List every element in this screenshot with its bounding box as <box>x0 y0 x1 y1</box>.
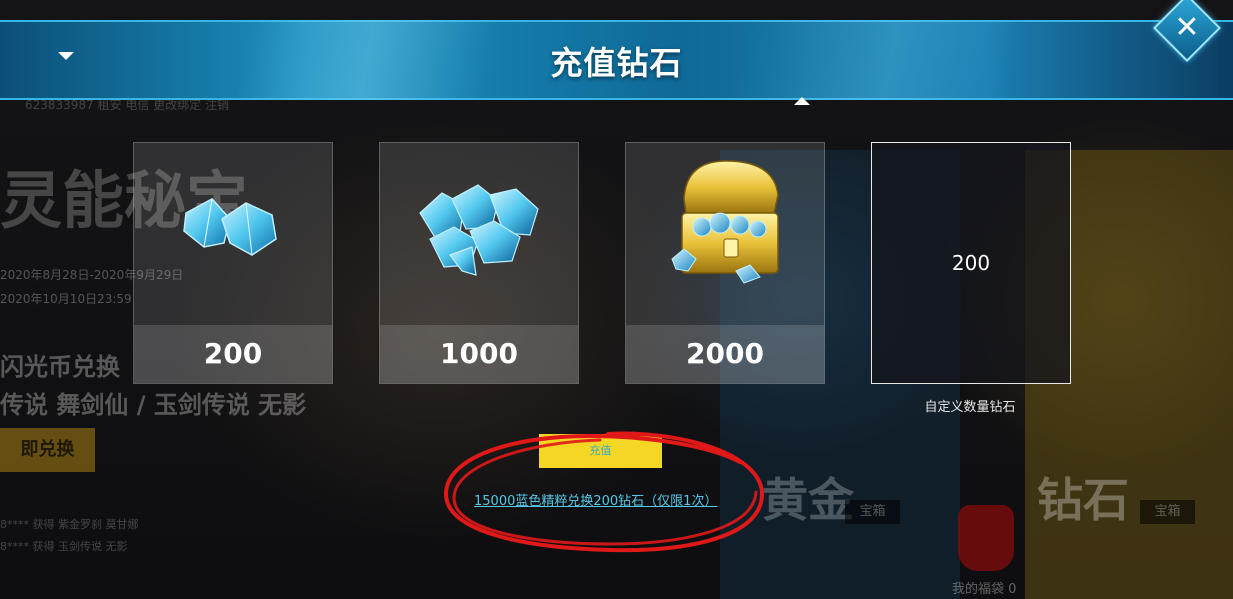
bg-chest-label: 宝箱 <box>845 500 900 524</box>
bg-subtitle: 闪光币兑换 <box>0 353 120 381</box>
package-amount: 2000 <box>626 325 824 383</box>
bg-lucky-bag-count: 我的福袋 0 <box>952 582 1017 597</box>
bg-diamond-label: 钻石 <box>1037 473 1129 527</box>
bg-lucky-bag-icon <box>958 505 1014 571</box>
diamond-package-2000[interactable]: 2000 <box>625 142 825 384</box>
bg-gold-label: 黄金 <box>762 473 854 527</box>
package-amount: 1000 <box>380 325 578 383</box>
bg-chest-label: 宝箱 <box>1140 500 1195 524</box>
custom-amount-card[interactable]: 200 <box>871 142 1071 384</box>
modal-header: 充值钻石 <box>0 20 1233 105</box>
package-amount: 200 <box>134 325 332 383</box>
bg-exchange-deadline: 2020年10月10日23:59 <box>0 292 132 306</box>
bg-feed-item: 8**** 获得 玉剑传说 无影 <box>0 540 128 553</box>
bg-exchange-button: 即兑换 <box>0 428 95 472</box>
close-button[interactable]: ✕ <box>1153 0 1221 62</box>
diamond-package-200[interactable]: 200 <box>133 142 333 384</box>
bg-feed-item: 8**** 获得 紫金罗刹 莫甘娜 <box>0 518 139 531</box>
red-annotation-circle <box>443 431 765 553</box>
diamond-pile-icon <box>419 184 539 276</box>
bg-heroes: 传说 舞剑仙 / 玉剑传说 无影 <box>0 391 307 419</box>
treasure-chest-icon <box>671 160 779 284</box>
modal-title: 充值钻石 <box>550 44 683 82</box>
custom-amount-value: 200 <box>951 251 991 275</box>
custom-amount-label: 自定义数量钻石 <box>924 400 1016 415</box>
triangle-up-icon <box>794 97 810 105</box>
close-icon: ✕ <box>1174 10 1200 45</box>
small-diamonds-icon <box>183 198 277 256</box>
diamond-package-1000[interactable]: 1000 <box>379 142 579 384</box>
